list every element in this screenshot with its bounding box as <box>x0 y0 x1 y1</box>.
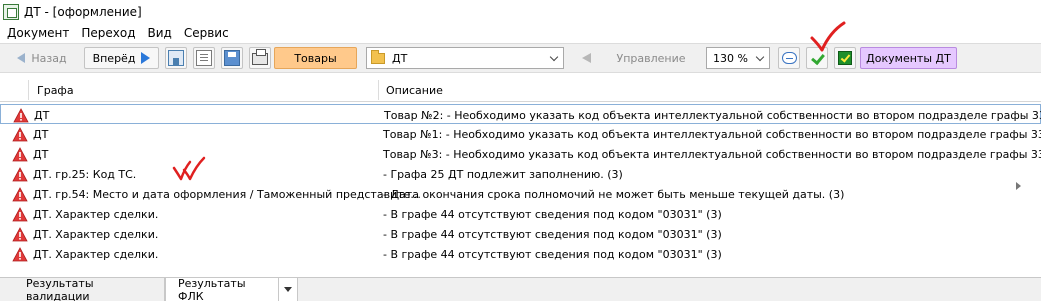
menu-bar: Документ Переход Вид Сервис <box>0 23 1041 43</box>
zoom-value: 130 % <box>713 51 748 65</box>
menu-service[interactable]: Сервис <box>178 26 235 40</box>
save-button[interactable] <box>221 47 243 69</box>
tab-flk-results-label: Результаты ФЛК <box>178 276 246 301</box>
save-icon <box>224 50 240 66</box>
back-label: Назад <box>31 51 67 65</box>
field-cell: ДТ <box>34 109 50 122</box>
warning-icon <box>13 108 29 123</box>
results-grid: Графа Описание ДТ Товар №2: - Необходимо … <box>0 78 1041 266</box>
table-row[interactable]: ДТ Товар №1: - Необходимо указать код объ… <box>0 124 1041 144</box>
list-button[interactable] <box>193 47 215 69</box>
document-select[interactable]: ДТ <box>366 47 564 69</box>
title-bar: ДТ - [оформление] <box>0 0 1041 23</box>
warning-icon <box>12 127 28 142</box>
warning-icon <box>12 167 28 182</box>
tab-bar: Результаты валидации Результаты ФЛК <box>0 277 1041 301</box>
field-cell: ДТ. Характер сделки. <box>33 248 159 261</box>
goods-label: Товары <box>294 51 337 65</box>
scroll-indicator-icon <box>1016 182 1021 190</box>
document-select-value: ДТ <box>392 51 408 65</box>
warning-icon <box>12 247 28 262</box>
table-row[interactable]: ДТ Товар №3: - Необходимо указать код объ… <box>0 144 1041 164</box>
checkmark-icon <box>811 52 824 65</box>
warning-icon <box>12 187 28 202</box>
printer-icon <box>252 49 268 65</box>
list-icon <box>196 50 212 66</box>
goods-button[interactable]: Товары <box>274 47 357 69</box>
table-row[interactable]: ДТ. гр.54: Место и дата оформления / Там… <box>0 184 1041 204</box>
description-cell: - В графе 44 отсутствуют сведения под ко… <box>383 228 722 241</box>
back-dim-button[interactable] <box>577 47 595 69</box>
column-description-header[interactable]: Описание <box>386 84 443 97</box>
chevron-down-icon <box>549 52 559 62</box>
documents-dt-label: Документы ДТ <box>866 51 951 65</box>
field-cell: ДТ. гр.25: Код ТС. <box>33 168 137 181</box>
tab-validation-results-label: Результаты валидации <box>26 276 94 301</box>
menu-view[interactable]: Вид <box>142 26 178 40</box>
documents-dt-button[interactable]: Документы ДТ <box>860 47 957 69</box>
description-cell: - В графе 44 отсутствуют сведения под ко… <box>383 248 722 261</box>
table-row[interactable]: ДТ. Характер сделки. - В графе 44 отсутст… <box>0 204 1041 224</box>
field-cell: ДТ. Характер сделки. <box>33 228 159 241</box>
table-row[interactable]: ДТ Товар №2: - Необходимо указать код объ… <box>0 104 1041 124</box>
field-cell: ДТ. Характер сделки. <box>33 208 159 221</box>
tab-flk-results[interactable]: Результаты ФЛК <box>165 276 279 301</box>
back-button[interactable]: Назад <box>8 47 76 69</box>
toolbar: Назад Вперёд Товары ДТ Управление 130 % <box>0 43 1041 73</box>
table-row[interactable]: ДТ. Характер сделки. - В графе 44 отсутст… <box>0 224 1041 244</box>
zoom-select[interactable]: 130 % <box>706 47 770 69</box>
back-arrow-icon <box>17 53 26 63</box>
flk-check-button[interactable] <box>834 47 856 69</box>
column-field-header[interactable]: Графа <box>37 84 74 97</box>
description-cell: Товар №3: - Необходимо указать код объек… <box>383 148 1041 161</box>
description-cell: - Дата окончания срока полномочий не мож… <box>383 188 845 201</box>
folder-icon <box>371 49 385 64</box>
manage-label: Управление <box>616 51 686 65</box>
description-cell: Товар №2: - Необходимо указать код объек… <box>384 109 1041 122</box>
chevron-down-icon <box>755 52 765 62</box>
tab-menu-button[interactable] <box>279 278 298 301</box>
field-cell: ДТ <box>33 128 49 141</box>
chat-icon <box>781 52 797 64</box>
dropdown-arrow-icon <box>284 287 292 292</box>
print-button[interactable] <box>249 47 271 69</box>
menu-document[interactable]: Документ <box>0 26 75 40</box>
field-cell: ДТ. гр.54: Место и дата оформления / Там… <box>33 188 421 201</box>
description-cell: - В графе 44 отсутствуют сведения под ко… <box>383 208 722 221</box>
table-row[interactable]: ДТ. гр.25: Код ТС. - Графа 25 ДТ подлежит… <box>0 164 1041 184</box>
column-separator <box>28 80 29 100</box>
back-arrow-dim-icon <box>581 53 591 63</box>
field-cell: ДТ <box>33 148 49 161</box>
green-checkbox-icon <box>838 51 852 65</box>
warning-icon <box>12 147 28 162</box>
app-icon <box>3 3 19 20</box>
comments-button[interactable] <box>778 47 800 69</box>
table-row[interactable]: ДТ. Характер сделки. - В графе 44 отсутст… <box>0 244 1041 264</box>
forward-arrow-icon <box>141 52 151 64</box>
grid-header: Графа Описание <box>0 78 1041 102</box>
validate-button[interactable] <box>806 47 828 69</box>
home-icon <box>168 50 184 66</box>
manage-button[interactable]: Управление <box>612 47 690 69</box>
window-title: ДТ - [оформление] <box>24 4 142 19</box>
forward-button[interactable]: Вперёд <box>84 47 159 69</box>
description-cell: Товар №1: - Необходимо указать код объек… <box>383 128 1041 141</box>
home-button[interactable] <box>165 47 187 69</box>
warning-icon <box>12 227 28 242</box>
menu-navigate[interactable]: Переход <box>75 26 141 40</box>
description-cell: - Графа 25 ДТ подлежит заполнению. (3) <box>383 168 623 181</box>
forward-label: Вперёд <box>92 51 136 65</box>
warning-icon <box>12 207 28 222</box>
column-separator <box>378 80 379 100</box>
tab-validation-results[interactable]: Результаты валидации <box>0 276 165 301</box>
